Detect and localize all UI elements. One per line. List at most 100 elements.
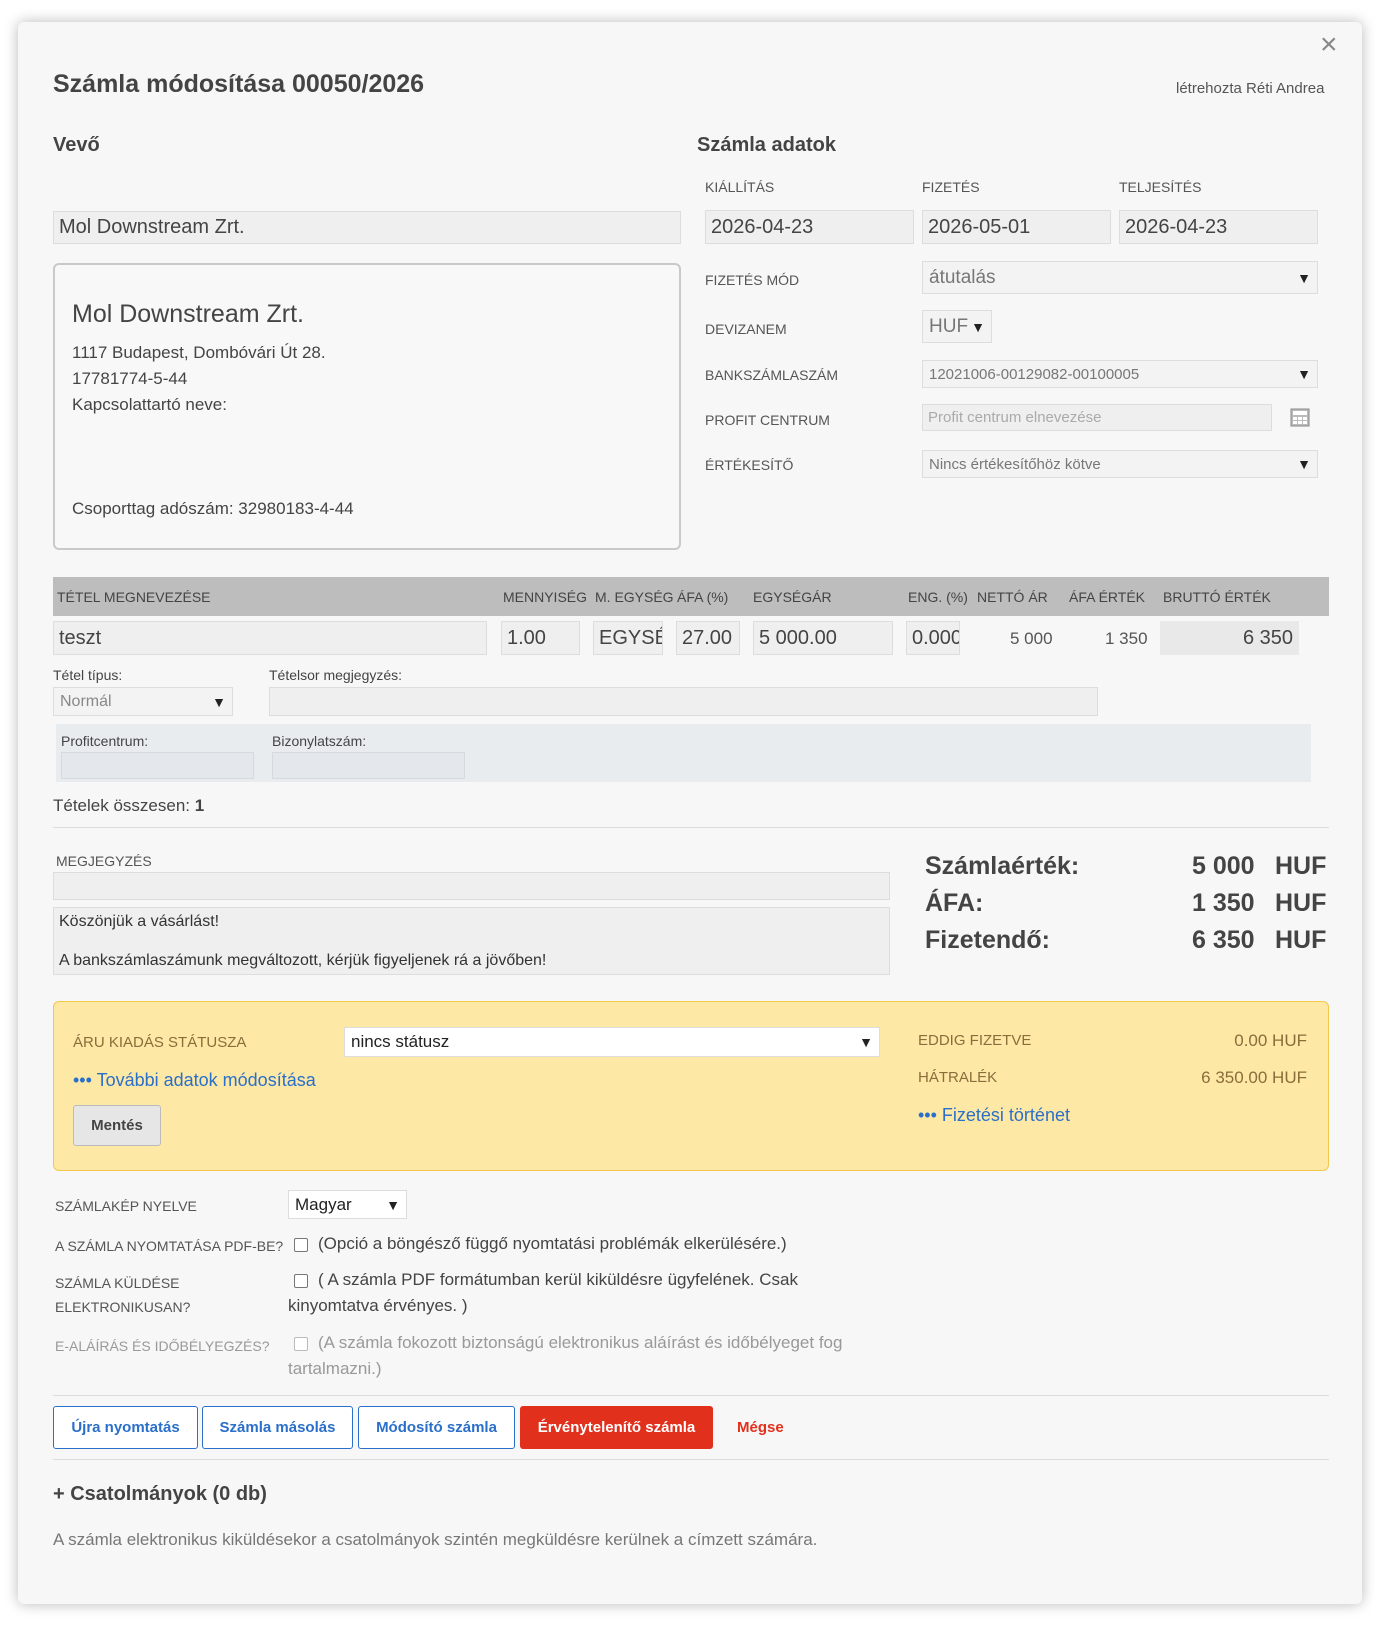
creator-text: létrehozta Réti Andrea [1176, 80, 1325, 97]
invoice-modal [18, 22, 1362, 1604]
payment-method-value: átutalás [929, 266, 996, 288]
payment-method-label: FIZETÉS MÓD [705, 272, 800, 288]
language-select[interactable]: Magyar ▼ [288, 1190, 407, 1219]
item-note-label: Tételsor megjegyzés: [269, 667, 403, 683]
delivery-status-select[interactable]: nincs státusz ▼ [344, 1027, 880, 1057]
header-net: NETTÓ ÁR [977, 589, 1048, 605]
invoice-value-label: Számlaérték: [925, 852, 1080, 880]
esign-label: E-ALÁÍRÁS ÉS IDŐBÉLYEGZÉS? [55, 1338, 270, 1354]
note-line-1: Köszönjük a vásárlást! [59, 913, 220, 930]
invoice-data-heading: Számla adatok [697, 134, 836, 156]
arrears-label: HÁTRALÉK [918, 1069, 998, 1086]
header-discount: ENG. (%) [908, 589, 968, 605]
chevron-down-icon: ▼ [212, 693, 226, 710]
seller-value: Nincs értékesítőhöz kötve [929, 455, 1101, 473]
electronic-checkbox[interactable] [294, 1274, 308, 1288]
seller-select[interactable]: Nincs értékesítőhöz kötve ▼ [922, 450, 1318, 478]
item-gross-value: 6 350 [1160, 621, 1299, 655]
save-button[interactable]: Mentés [73, 1105, 161, 1146]
header-unit: M. EGYSÉG [595, 589, 674, 605]
profit-center-label: PROFIT CENTRUM [705, 412, 830, 428]
fulfillment-date-label: TELJESÍTÉS [1119, 179, 1202, 195]
pdf-checkbox[interactable] [294, 1238, 308, 1252]
pdf-text: (Opció a böngésző függő nyomtatási probl… [318, 1234, 787, 1253]
item-note-input[interactable] [269, 687, 1098, 716]
arrears-value: 6 350.00 HUF [1201, 1068, 1307, 1087]
currency-select[interactable]: HUF ▼ [922, 310, 992, 343]
item-profit-center-label: Profitcentrum: [61, 733, 149, 749]
issue-date-input[interactable]: 2026-04-23 [705, 210, 914, 244]
payment-date-input[interactable]: 2026-05-01 [922, 210, 1111, 244]
item-unit-input[interactable]: EGYSÉG [593, 621, 663, 655]
item-vat-input[interactable]: 27.00 [676, 621, 740, 655]
chevron-down-icon: ▼ [859, 1034, 873, 1050]
electronic-label-1: SZÁMLA KÜLDÉSE [55, 1275, 180, 1291]
calculator-icon[interactable] [1290, 408, 1310, 427]
copy-invoice-button[interactable]: Számla másolás [202, 1406, 353, 1449]
seller-label: ÉRTÉKESÍTŐ [705, 457, 794, 473]
note-line-2: A bankszámlaszámunk megváltozott, kérjük… [59, 952, 547, 969]
item-unit-price-input[interactable]: 5 000.00 [753, 621, 893, 655]
profit-center-input[interactable]: Profit centrum elnevezése [922, 404, 1272, 431]
close-icon[interactable]: × [1320, 30, 1338, 60]
language-label: SZÁMLAKÉP NYELVE [55, 1198, 197, 1214]
total-items: Tételek összesen: 1 [53, 796, 204, 816]
status-panel: ÁRU KIADÁS STÁTUSZA nincs státusz ▼ ••• … [53, 1001, 1329, 1171]
divider [53, 1459, 1329, 1460]
item-net-value: 5 000 [1010, 629, 1053, 648]
cancel-invoice-button[interactable]: Érvénytelenítő számla [520, 1406, 713, 1449]
item-profit-center-input[interactable] [61, 752, 254, 779]
header-unit-price: EGYSÉGÁR [753, 589, 832, 605]
electronic-text-1: ( A számla PDF formátumban kerül kiküldé… [318, 1270, 798, 1289]
item-name-input[interactable]: teszt [53, 621, 487, 655]
vat-total-currency: HUF [1275, 889, 1327, 917]
cancel-link[interactable]: Mégse [737, 1419, 784, 1436]
item-vat-value: 1 350 [1105, 629, 1148, 648]
header-quantity: MENNYISÉG [503, 589, 588, 605]
paid-label: EDDIG FIZETVE [918, 1032, 1032, 1049]
electronic-label-2: ELEKTRONIKUSAN? [55, 1299, 191, 1315]
fulfillment-date-input[interactable]: 2026-04-23 [1119, 210, 1318, 244]
vat-total: 1 350 [1192, 889, 1255, 917]
page-title: Számla módosítása 00050/2026 [53, 70, 425, 98]
invoice-value-currency: HUF [1275, 852, 1327, 880]
more-data-link[interactable]: ••• További adatok módosítása [73, 1070, 316, 1091]
paid-value: 0.00 HUF [1234, 1031, 1307, 1050]
buyer-tax-number: 17781774-5-44 [72, 369, 188, 388]
header-item-name: TÉTEL MEGNEVEZÉSE [57, 589, 211, 605]
buyer-group-tax: Csoporttag adószám: 32980183-4-44 [72, 499, 354, 518]
note-title-input[interactable] [53, 872, 890, 900]
esign-checkbox[interactable] [294, 1337, 308, 1351]
buyer-search-input[interactable]: Mol Downstream Zrt. [53, 211, 681, 244]
document-number-input[interactable] [272, 752, 465, 779]
payable-value: 6 350 [1192, 926, 1255, 954]
buyer-address: 1117 Budapest, Dombóvári Út 28. [72, 343, 326, 362]
delivery-status-value: nincs státusz [351, 1032, 450, 1051]
delivery-status-label: ÁRU KIADÁS STÁTUSZA [73, 1034, 247, 1051]
attachments-toggle[interactable]: + Csatolmányok (0 db) [53, 1483, 267, 1506]
item-type-label: Tétel típus: [53, 667, 123, 683]
buyer-details-box: Mol Downstream Zrt. 1117 Budapest, Dombó… [53, 263, 681, 550]
payment-date-label: FIZETÉS [922, 179, 980, 195]
bank-account-select[interactable]: 12021006-00129082-00100005 ▼ [922, 360, 1318, 388]
divider [53, 827, 1329, 828]
modify-invoice-button[interactable]: Módosító számla [358, 1406, 515, 1449]
esign-text-2: tartalmazni.) [288, 1359, 382, 1378]
payment-history-link[interactable]: ••• Fizetési történet [918, 1105, 1070, 1126]
reprint-button[interactable]: Újra nyomtatás [53, 1406, 198, 1449]
item-extra-panel: Profitcentrum: Bizonylatszám: [56, 724, 1311, 782]
item-type-select[interactable]: Normál ▼ [53, 687, 233, 716]
item-quantity-input[interactable]: 1.00 [501, 621, 580, 655]
buyer-contact: Kapcsolattartó neve: [72, 395, 227, 414]
payable-currency: HUF [1275, 926, 1327, 954]
invoice-value: 5 000 [1192, 852, 1255, 880]
header-vat-value: ÁFA ÉRTÉK [1069, 589, 1145, 605]
bank-account-value: 12021006-00129082-00100005 [929, 365, 1140, 383]
currency-label: DEVIZANEM [705, 321, 787, 337]
item-discount-input[interactable]: 0.000 [906, 621, 960, 655]
payment-method-select[interactable]: átutalás ▼ [922, 261, 1318, 294]
bank-account-label: BANKSZÁMLASZÁM [705, 367, 839, 383]
buyer-name: Mol Downstream Zrt. [72, 300, 304, 328]
payable-label: Fizetendő: [925, 926, 1050, 954]
note-textarea[interactable]: Köszönjük a vásárlást! A bankszámlaszámu… [53, 907, 890, 975]
